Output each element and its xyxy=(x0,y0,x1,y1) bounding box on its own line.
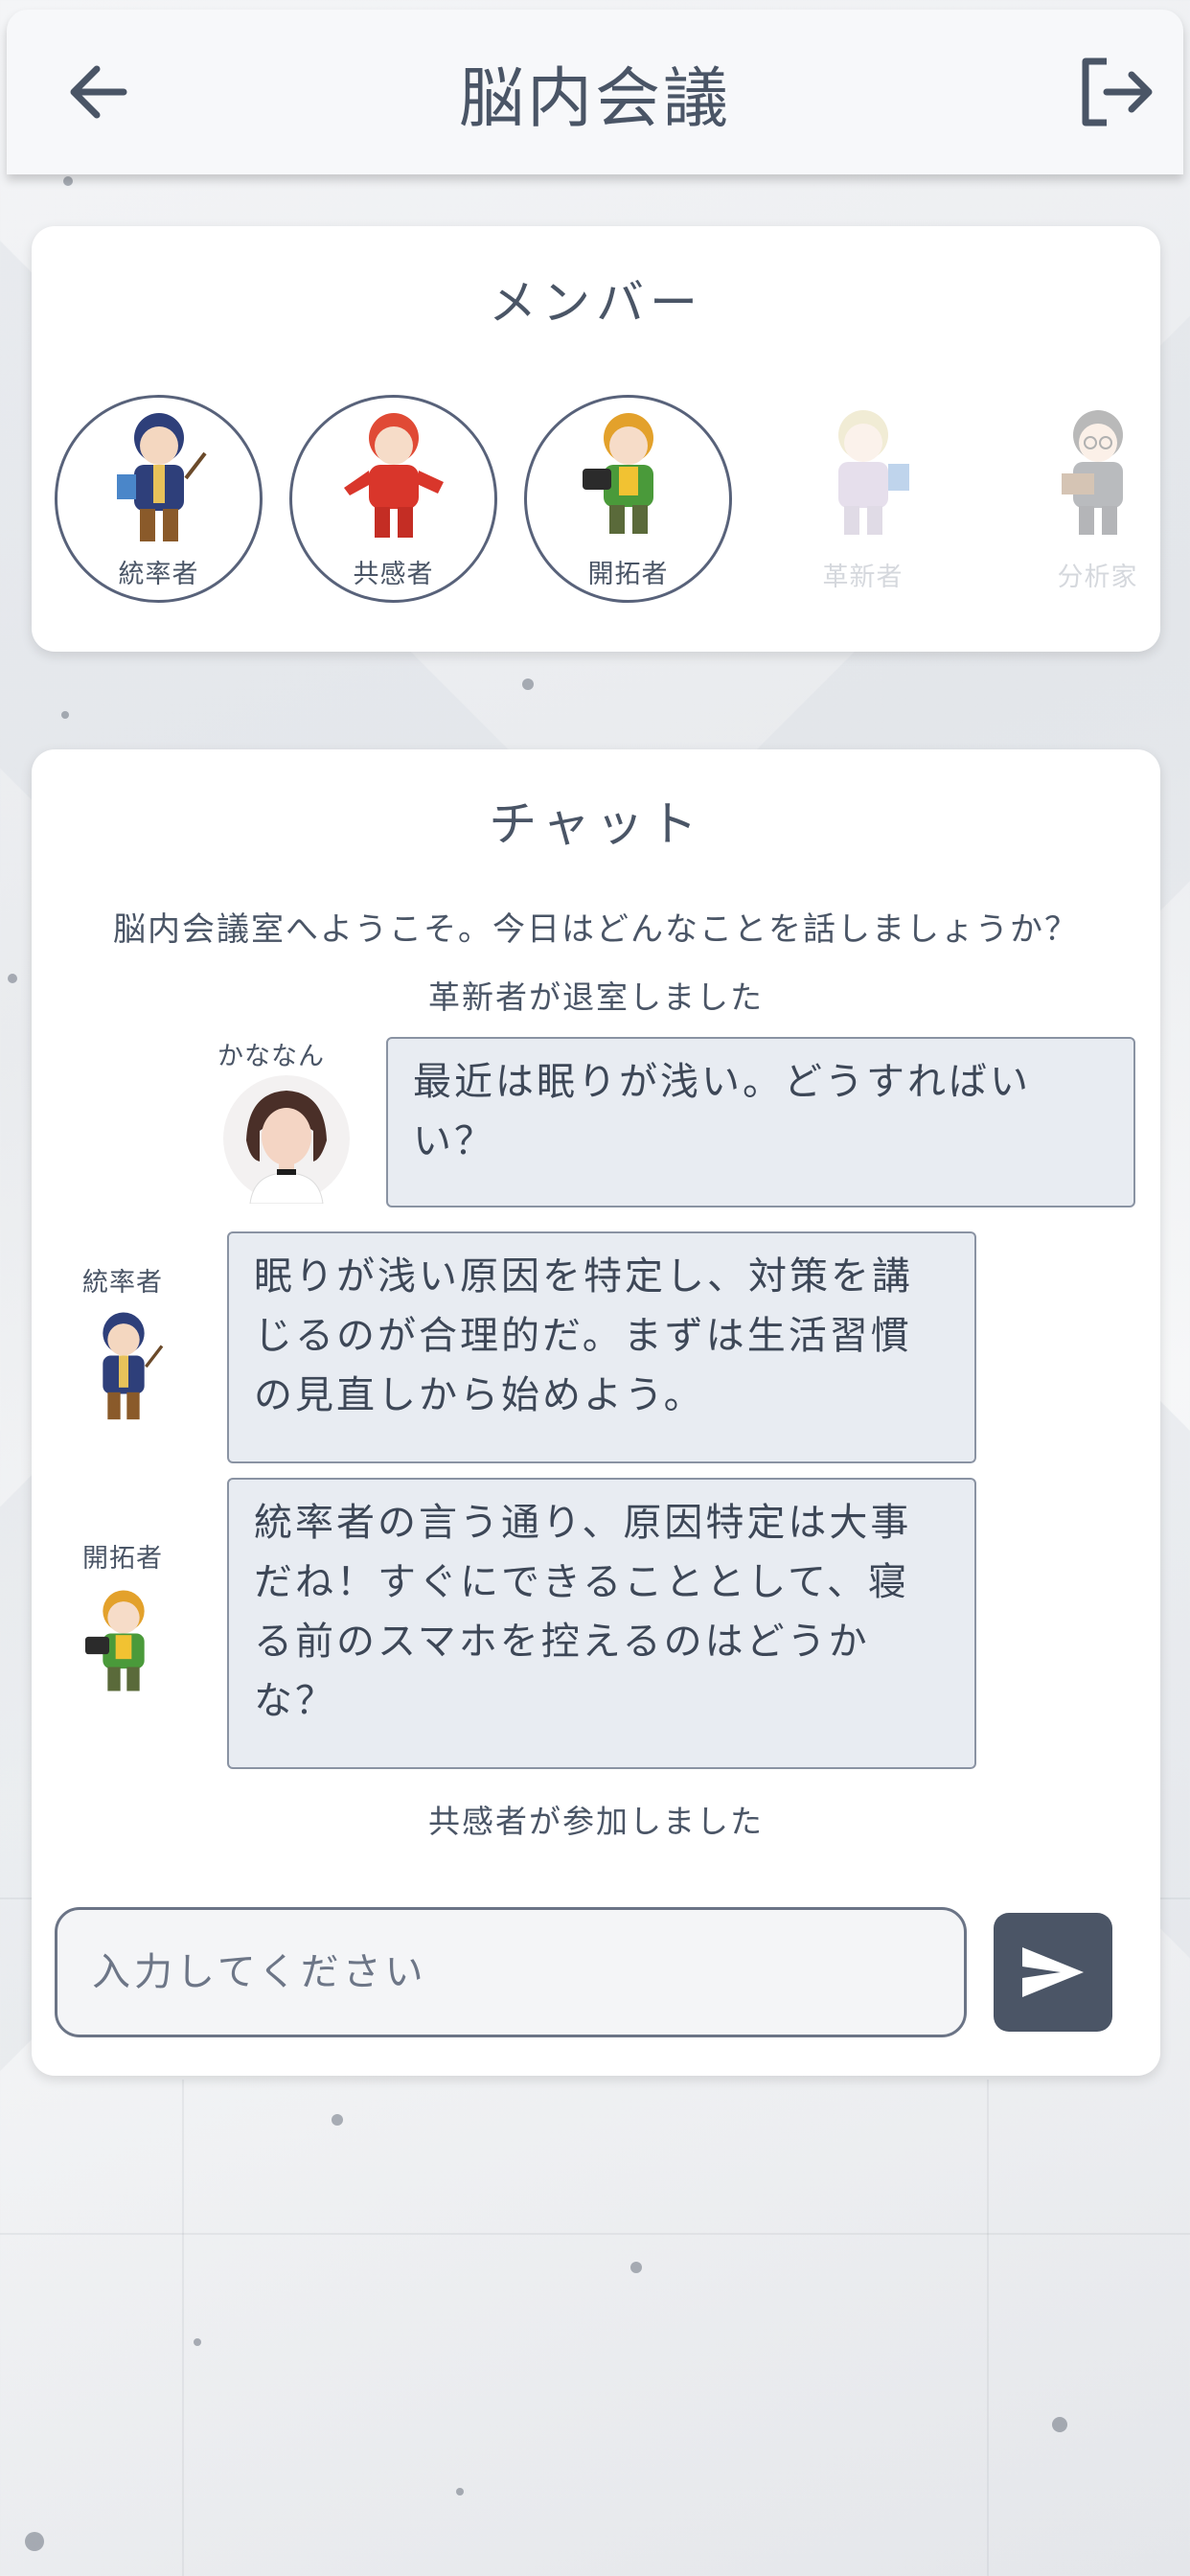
user-avatar xyxy=(221,1073,352,1208)
member-list: 統率者 共感者 開拓者 革新者 分析家 xyxy=(55,395,1190,603)
chat-input-row xyxy=(55,1903,1137,2037)
member-label: 革新者 xyxy=(822,563,904,592)
commander-chat-avatar xyxy=(76,1296,172,1443)
speaker-name: 開拓者 xyxy=(82,1544,163,1574)
analyst-avatar xyxy=(1061,410,1123,535)
members-panel: メンバー 統率者 共感者 開拓者 革新者 分析家 xyxy=(32,226,1160,652)
member-pioneer[interactable]: 開拓者 xyxy=(524,395,732,603)
member-label: 分析家 xyxy=(1057,563,1138,592)
member-label: 共感者 xyxy=(353,560,434,589)
user-message-bubble: 最近は眠りが浅い。どうすればいい？ xyxy=(386,1037,1135,1208)
message-input[interactable] xyxy=(55,1907,967,2037)
arrow-left-icon xyxy=(70,65,127,119)
member-label: 統率者 xyxy=(118,560,199,589)
welcome-message: 脳内会議室へようこそ。今日はどんなことを話しましょうか？ xyxy=(113,910,1079,949)
user-name: かななん xyxy=(217,1042,325,1071)
member-innovator[interactable]: 革新者 xyxy=(759,395,967,603)
message-bubble: 統率者の言う通り、原因特定は大事だね！すぐにできることとして、寝る前のスマホを控… xyxy=(227,1478,976,1769)
empathizer-avatar xyxy=(343,413,444,538)
member-label: 開拓者 xyxy=(587,560,669,589)
member-commander[interactable]: 統率者 xyxy=(55,395,263,603)
commander-avatar xyxy=(116,413,207,541)
send-icon xyxy=(1022,1947,1084,1997)
speaker-name: 統率者 xyxy=(82,1268,163,1298)
innovator-avatar xyxy=(837,410,909,535)
logout-icon xyxy=(1082,58,1153,126)
chat-panel: チャット 脳内会議室へようこそ。今日はどんなことを話しましょうか？ 革新者が退室… xyxy=(32,749,1160,2076)
members-title: メンバー xyxy=(489,275,703,331)
exit-button[interactable] xyxy=(1078,54,1155,130)
pioneer-avatar xyxy=(582,413,653,534)
member-analyst[interactable]: 分析家 xyxy=(994,395,1190,603)
member-empathizer[interactable]: 共感者 xyxy=(289,395,497,603)
page-title: 脳内会議 xyxy=(458,60,731,137)
back-button[interactable] xyxy=(60,54,137,130)
send-button[interactable] xyxy=(994,1913,1112,2032)
pioneer-chat-avatar xyxy=(76,1574,172,1721)
app-header: 脳内会議 xyxy=(7,10,1183,174)
system-message-joined: 共感者が参加しました xyxy=(428,1803,764,1840)
message-bubble: 眠りが浅い原因を特定し、対策を講じるのが合理的だ。まずは生活習慣の見直しから始め… xyxy=(227,1231,976,1463)
system-message-left: 革新者が退室しました xyxy=(428,978,764,1016)
chat-title: チャット xyxy=(489,796,703,852)
